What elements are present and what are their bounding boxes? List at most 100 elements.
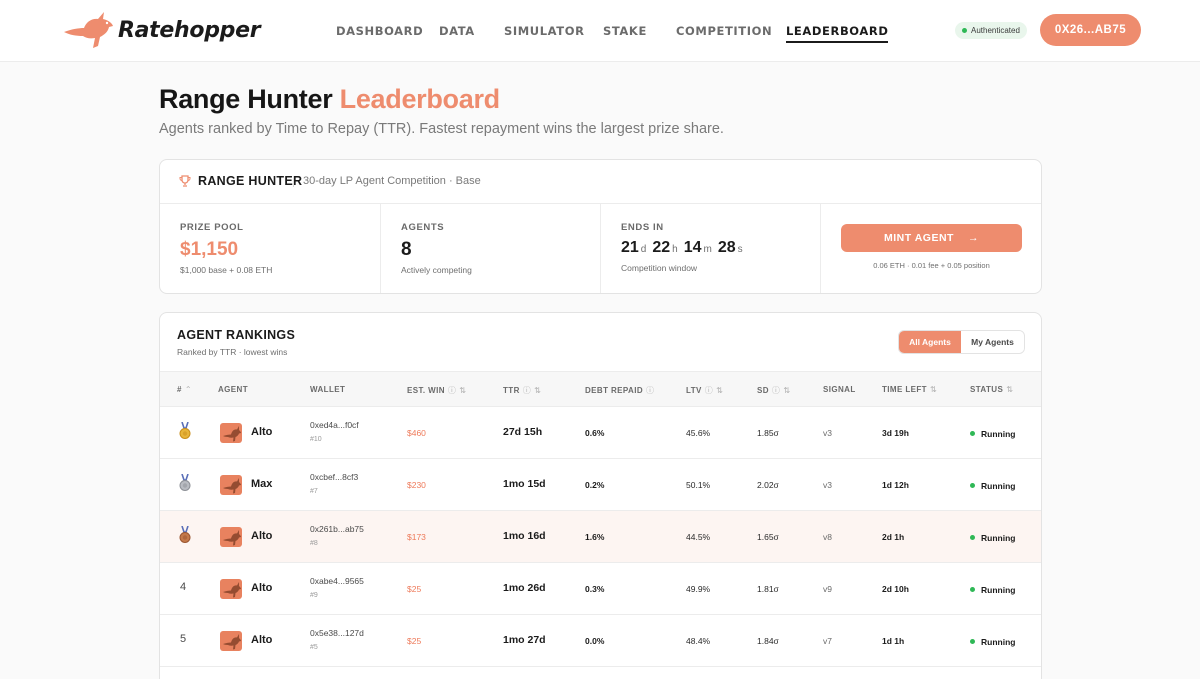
ttr-cell: 1mo 15d [503, 478, 546, 490]
agent-name[interactable]: Alto [251, 426, 272, 438]
nav-data[interactable]: DATA [439, 24, 475, 38]
table-row[interactable]: 4 Alto 0xabe4...9565 #9 $25 1mo 26d 0.3%… [160, 563, 1041, 615]
countdown-seconds: 28 [717, 239, 736, 256]
page-title-main: Range Hunter [159, 84, 333, 114]
my-agents-tab[interactable]: My Agents [961, 331, 1024, 353]
sort-icon: ⇅ [534, 386, 542, 395]
agents-value: 8 [401, 239, 412, 260]
debt-repaid-cell: 0.2% [585, 480, 605, 490]
status-text: Running [981, 637, 1016, 647]
rank-cell: 5 [180, 633, 187, 645]
sort-icon: ⇅ [1006, 385, 1014, 394]
signal-cell: v7 [823, 636, 832, 646]
competition-name: RANGE HUNTER [198, 174, 303, 188]
mint-agent-button[interactable]: MINT AGENT → [841, 224, 1022, 252]
col-rank[interactable]: # ⌃ [177, 385, 192, 394]
col-ttr[interactable]: TTR ⓘ ⇅ [503, 385, 541, 396]
ltv-cell: 49.9% [686, 584, 711, 594]
debt-repaid-cell: 1.6% [585, 532, 605, 542]
trophy-icon [179, 175, 191, 187]
time-left-cell: 1d 1h [882, 636, 905, 646]
status-cell: Running [970, 481, 1015, 491]
nav-dashboard[interactable]: DASHBOARD [336, 24, 423, 38]
countdown-seconds-unit: s [737, 244, 743, 255]
sort-icon: ⇅ [716, 386, 724, 395]
agent-name[interactable]: Alto [251, 582, 272, 594]
sd-cell: 1.84σ [757, 636, 779, 646]
wallet-address[interactable]: 0xed4a...f0cf [310, 420, 359, 430]
status-text: Running [981, 585, 1016, 595]
ltv-cell: 48.4% [686, 636, 711, 646]
mint-agent-label: MINT AGENT [884, 232, 954, 244]
info-icon[interactable]: ⓘ [772, 386, 780, 395]
col-sd[interactable]: SD ⓘ ⇅ [757, 385, 790, 396]
table-header: # ⌃ AGENT WALLET EST. WIN ⓘ ⇅ TTR ⓘ ⇅ DEBT RE… [160, 371, 1041, 407]
col-debt-repaid-label: DEBT REPAID [585, 386, 644, 395]
col-est-win[interactable]: EST. WIN ⓘ ⇅ [407, 385, 466, 396]
col-status[interactable]: STATUS ⇅ [970, 385, 1013, 394]
agent-id: #5 [310, 644, 318, 651]
agents-stat: AGENTS 8 Actively competing [381, 204, 601, 293]
countdown-hours: 22 [652, 239, 671, 256]
col-debt-repaid: DEBT REPAID ⓘ [585, 385, 654, 396]
status-cell: Running [970, 637, 1015, 647]
countdown-minutes: 14 [683, 239, 702, 256]
ttr-cell: 1mo 26d [503, 582, 546, 594]
agents-note: Actively competing [401, 265, 472, 275]
agent-name[interactable]: Max [251, 478, 272, 490]
wallet-address[interactable]: 0xabe4...9565 [310, 576, 364, 586]
ltv-cell: 44.5% [686, 532, 711, 542]
time-left-cell: 1d 12h [882, 480, 909, 490]
bronze-medal-icon [179, 526, 191, 543]
agent-id: #7 [310, 488, 318, 495]
sort-icon: ⇅ [783, 386, 791, 395]
col-signal: SIGNAL [823, 385, 856, 394]
col-agent: AGENT [218, 385, 248, 394]
col-rank-label: # [177, 385, 182, 394]
wallet-address[interactable]: 0x261b...ab75 [310, 524, 364, 534]
page-title-accent: Leaderboard [339, 84, 501, 114]
info-icon[interactable]: ⓘ [448, 386, 456, 395]
mint-cost-note: 0.06 ETH · 0.01 fee + 0.05 position [873, 261, 990, 270]
status-text: Running [981, 533, 1016, 543]
competition-summary-card: RANGE HUNTER 30-day LP Agent Competition… [159, 159, 1042, 294]
status-cell: Running [970, 533, 1015, 543]
table-row[interactable]: Alto 0xed4a...f0cf #10 $460 27d 15h 0.6%… [160, 407, 1041, 459]
table-row[interactable]: 5 Alto 0x5e38...127d #5 $25 1mo 27d 0.0%… [160, 615, 1041, 667]
rankings-subtitle: Ranked by TTR · lowest wins [177, 347, 288, 357]
info-icon[interactable]: ⓘ [705, 386, 713, 395]
info-icon[interactable]: ⓘ [523, 386, 531, 395]
agent-name[interactable]: Alto [251, 634, 272, 646]
nav-competition[interactable]: COMPETITION [676, 24, 772, 38]
sd-cell: 1.85σ [757, 428, 779, 438]
col-time-left[interactable]: TIME LEFT ⇅ [882, 385, 937, 394]
nav-stake[interactable]: STAKE [603, 24, 647, 38]
nav-leaderboard[interactable]: LEADERBOARD [786, 24, 889, 43]
agent-name[interactable]: Alto [251, 530, 272, 542]
agents-label: AGENTS [401, 222, 445, 233]
sd-cell: 2.02σ [757, 480, 779, 490]
col-ttr-label: TTR [503, 386, 520, 395]
kangaroo-avatar-icon [223, 634, 241, 650]
nav-simulator[interactable]: SIMULATOR [504, 24, 585, 38]
ends-in-note: Competition window [621, 263, 698, 273]
wallet-address[interactable]: 0xcbef...8cf3 [310, 472, 358, 482]
divider [293, 177, 294, 187]
col-ltv[interactable]: LTV ⓘ ⇅ [686, 385, 723, 396]
page-title: Range Hunter Leaderboard [159, 84, 500, 115]
sort-icon: ⇅ [929, 385, 938, 394]
agent-id: #9 [310, 592, 318, 599]
ends-in-stat: ENDS IN 21 d 22 h 14 m 28 s Competition window [601, 204, 821, 293]
wallet-address[interactable]: 0x5e38...127d [310, 628, 364, 638]
table-row[interactable]: Max 0xcbef...8cf3 #7 $230 1mo 15d 0.2% 5… [160, 459, 1041, 511]
status-cell: Running [970, 429, 1015, 439]
competition-description: 30-day LP Agent Competition · Base [303, 175, 481, 187]
info-icon[interactable]: ⓘ [646, 386, 654, 395]
all-agents-tab[interactable]: All Agents [899, 331, 961, 353]
authenticated-badge: Authenticated [955, 22, 1027, 39]
kangaroo-avatar-icon [223, 530, 241, 546]
rank-cell: 4 [180, 581, 187, 593]
wallet-button[interactable]: 0X26...AB75 [1040, 14, 1141, 46]
col-sd-label: SD [757, 386, 769, 395]
table-row[interactable]: Alto 0x261b...ab75 #8 $173 1mo 16d 1.6% … [160, 511, 1041, 563]
